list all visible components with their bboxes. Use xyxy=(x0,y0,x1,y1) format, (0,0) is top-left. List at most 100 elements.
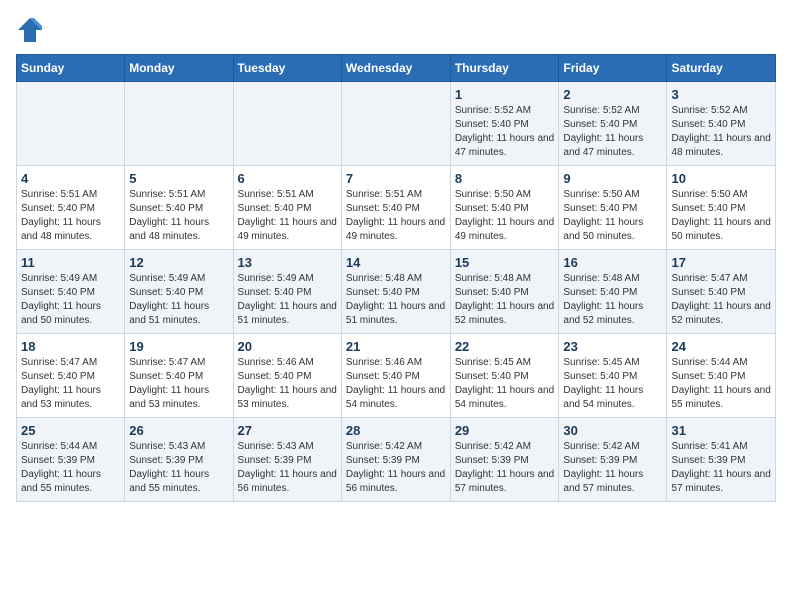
day-number: 5 xyxy=(129,171,228,186)
cell-details: Sunrise: 5:42 AM Sunset: 5:39 PM Dayligh… xyxy=(563,440,662,496)
calendar-cell-15: 15Sunrise: 5:48 AM Sunset: 5:40 PM Dayli… xyxy=(450,250,559,334)
day-number: 19 xyxy=(129,339,228,354)
cell-details: Sunrise: 5:48 AM Sunset: 5:40 PM Dayligh… xyxy=(455,272,555,328)
day-number: 11 xyxy=(21,255,120,270)
col-header-wednesday: Wednesday xyxy=(341,55,450,82)
calendar-cell-23: 23 Sunrise: 5:45 AM Sunset: 5:40 PM Dayli… xyxy=(559,334,667,418)
calendar-cell-21: 21 Sunrise: 5:46 AM Sunset: 5:40 PM Dayli… xyxy=(341,334,450,418)
col-header-saturday: Saturday xyxy=(667,55,776,82)
cell-details: Sunrise: 5:44 AM Sunset: 5:40 PM Dayligh… xyxy=(671,356,771,412)
cell-details: Sunrise: 5:52 AM Sunset: 5:40 PM Dayligh… xyxy=(455,104,555,160)
calendar-cell-18: 18 Sunrise: 5:47 AM Sunset: 5:40 PM Dayli… xyxy=(17,334,125,418)
day-number: 16 xyxy=(563,255,662,270)
calendar-week-5: 25Sunrise: 5:44 AM Sunset: 5:39 PM Dayli… xyxy=(17,418,776,502)
day-number: 22 xyxy=(455,339,555,354)
calendar-cell-19: 19 Sunrise: 5:47 AM Sunset: 5:40 PM Dayli… xyxy=(125,334,233,418)
cell-details: Sunrise: 5:42 AM Sunset: 5:39 PM Dayligh… xyxy=(455,440,555,496)
cell-details: Sunrise: 5:46 AM Sunset: 5:40 PM Dayligh… xyxy=(346,356,446,412)
calendar-cell-29: 29Sunrise: 5:42 AM Sunset: 5:39 PM Dayli… xyxy=(450,418,559,502)
calendar-cell-14: 14 Sunrise: 5:48 AM Sunset: 5:40 PM Dayli… xyxy=(341,250,450,334)
day-number: 14 xyxy=(346,255,446,270)
calendar-cell-16: 16 Sunrise: 5:48 AM Sunset: 5:40 PM Dayli… xyxy=(559,250,667,334)
calendar-cell-20: 20Sunrise: 5:46 AM Sunset: 5:40 PM Dayli… xyxy=(233,334,341,418)
day-number: 26 xyxy=(129,423,228,438)
cell-details: Sunrise: 5:49 AM Sunset: 5:40 PM Dayligh… xyxy=(129,272,228,328)
calendar-cell-28: 28Sunrise: 5:42 AM Sunset: 5:39 PM Dayli… xyxy=(341,418,450,502)
calendar-cell-5: 5 Sunrise: 5:51 AM Sunset: 5:40 PM Daylig… xyxy=(125,166,233,250)
cell-details: Sunrise: 5:51 AM Sunset: 5:40 PM Dayligh… xyxy=(129,188,228,244)
day-number: 7 xyxy=(346,171,446,186)
cell-details: Sunrise: 5:49 AM Sunset: 5:40 PM Dayligh… xyxy=(21,272,120,328)
cell-details: Sunrise: 5:48 AM Sunset: 5:40 PM Dayligh… xyxy=(346,272,446,328)
cell-details: Sunrise: 5:43 AM Sunset: 5:39 PM Dayligh… xyxy=(238,440,337,496)
calendar-cell-26: 26 Sunrise: 5:43 AM Sunset: 5:39 PM Dayli… xyxy=(125,418,233,502)
col-header-monday: Monday xyxy=(125,55,233,82)
calendar-cell-17: 17 Sunrise: 5:47 AM Sunset: 5:40 PM Dayli… xyxy=(667,250,776,334)
calendar-cell-9: 9Sunrise: 5:50 AM Sunset: 5:40 PM Daylig… xyxy=(559,166,667,250)
calendar-cell-empty xyxy=(125,82,233,166)
calendar-cell-27: 27 Sunrise: 5:43 AM Sunset: 5:39 PM Dayli… xyxy=(233,418,341,502)
logo-icon xyxy=(16,16,44,44)
day-number: 4 xyxy=(21,171,120,186)
calendar-cell-12: 12 Sunrise: 5:49 AM Sunset: 5:40 PM Dayli… xyxy=(125,250,233,334)
day-number: 3 xyxy=(671,87,771,102)
cell-details: Sunrise: 5:41 AM Sunset: 5:39 PM Dayligh… xyxy=(671,440,771,496)
day-number: 27 xyxy=(238,423,337,438)
cell-details: Sunrise: 5:44 AM Sunset: 5:39 PM Dayligh… xyxy=(21,440,120,496)
col-header-thursday: Thursday xyxy=(450,55,559,82)
page-header xyxy=(16,16,776,44)
day-number: 21 xyxy=(346,339,446,354)
calendar-cell-empty xyxy=(341,82,450,166)
cell-details: Sunrise: 5:47 AM Sunset: 5:40 PM Dayligh… xyxy=(129,356,228,412)
calendar-cell-8: 8 Sunrise: 5:50 AM Sunset: 5:40 PM Daylig… xyxy=(450,166,559,250)
cell-details: Sunrise: 5:47 AM Sunset: 5:40 PM Dayligh… xyxy=(21,356,120,412)
cell-details: Sunrise: 5:51 AM Sunset: 5:40 PM Dayligh… xyxy=(238,188,337,244)
calendar-cell-empty xyxy=(17,82,125,166)
day-number: 18 xyxy=(21,339,120,354)
day-number: 1 xyxy=(455,87,555,102)
day-number: 6 xyxy=(238,171,337,186)
calendar-week-3: 11 Sunrise: 5:49 AM Sunset: 5:40 PM Dayli… xyxy=(17,250,776,334)
calendar-cell-31: 31Sunrise: 5:41 AM Sunset: 5:39 PM Dayli… xyxy=(667,418,776,502)
col-header-friday: Friday xyxy=(559,55,667,82)
cell-details: Sunrise: 5:47 AM Sunset: 5:40 PM Dayligh… xyxy=(671,272,771,328)
day-number: 12 xyxy=(129,255,228,270)
day-number: 9 xyxy=(563,171,662,186)
calendar-header-row: SundayMondayTuesdayWednesdayThursdayFrid… xyxy=(17,55,776,82)
cell-details: Sunrise: 5:45 AM Sunset: 5:40 PM Dayligh… xyxy=(563,356,662,412)
calendar-cell-24: 24 Sunrise: 5:44 AM Sunset: 5:40 PM Dayli… xyxy=(667,334,776,418)
calendar-week-1: 1 Sunrise: 5:52 AM Sunset: 5:40 PM Daylig… xyxy=(17,82,776,166)
calendar-table: SundayMondayTuesdayWednesdayThursdayFrid… xyxy=(16,54,776,502)
calendar-cell-11: 11 Sunrise: 5:49 AM Sunset: 5:40 PM Dayli… xyxy=(17,250,125,334)
cell-details: Sunrise: 5:51 AM Sunset: 5:40 PM Dayligh… xyxy=(346,188,446,244)
day-number: 28 xyxy=(346,423,446,438)
day-number: 13 xyxy=(238,255,337,270)
calendar-cell-13: 13 Sunrise: 5:49 AM Sunset: 5:40 PM Dayli… xyxy=(233,250,341,334)
day-number: 30 xyxy=(563,423,662,438)
calendar-week-4: 18 Sunrise: 5:47 AM Sunset: 5:40 PM Dayli… xyxy=(17,334,776,418)
day-number: 23 xyxy=(563,339,662,354)
col-header-sunday: Sunday xyxy=(17,55,125,82)
col-header-tuesday: Tuesday xyxy=(233,55,341,82)
cell-details: Sunrise: 5:52 AM Sunset: 5:40 PM Dayligh… xyxy=(671,104,771,160)
cell-details: Sunrise: 5:43 AM Sunset: 5:39 PM Dayligh… xyxy=(129,440,228,496)
cell-details: Sunrise: 5:46 AM Sunset: 5:40 PM Dayligh… xyxy=(238,356,337,412)
day-number: 8 xyxy=(455,171,555,186)
cell-details: Sunrise: 5:51 AM Sunset: 5:40 PM Dayligh… xyxy=(21,188,120,244)
day-number: 10 xyxy=(671,171,771,186)
calendar-cell-25: 25Sunrise: 5:44 AM Sunset: 5:39 PM Dayli… xyxy=(17,418,125,502)
calendar-cell-6: 6 Sunrise: 5:51 AM Sunset: 5:40 PM Daylig… xyxy=(233,166,341,250)
cell-details: Sunrise: 5:50 AM Sunset: 5:40 PM Dayligh… xyxy=(671,188,771,244)
calendar-week-2: 4 Sunrise: 5:51 AM Sunset: 5:40 PM Daylig… xyxy=(17,166,776,250)
calendar-cell-empty xyxy=(233,82,341,166)
calendar-cell-30: 30 Sunrise: 5:42 AM Sunset: 5:39 PM Dayli… xyxy=(559,418,667,502)
cell-details: Sunrise: 5:50 AM Sunset: 5:40 PM Dayligh… xyxy=(455,188,555,244)
day-number: 17 xyxy=(671,255,771,270)
calendar-cell-4: 4 Sunrise: 5:51 AM Sunset: 5:40 PM Daylig… xyxy=(17,166,125,250)
calendar-cell-2: 2Sunrise: 5:52 AM Sunset: 5:40 PM Daylig… xyxy=(559,82,667,166)
day-number: 24 xyxy=(671,339,771,354)
day-number: 2 xyxy=(563,87,662,102)
logo xyxy=(16,16,46,44)
cell-details: Sunrise: 5:48 AM Sunset: 5:40 PM Dayligh… xyxy=(563,272,662,328)
cell-details: Sunrise: 5:49 AM Sunset: 5:40 PM Dayligh… xyxy=(238,272,337,328)
